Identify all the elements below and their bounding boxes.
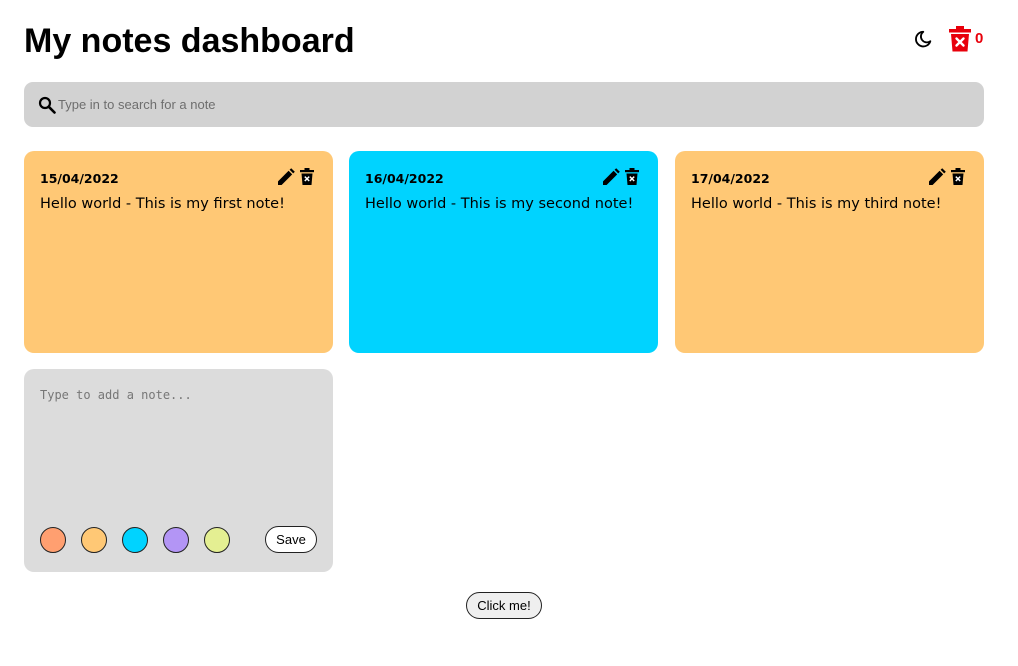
delete-icon[interactable] (300, 168, 314, 185)
edit-icon[interactable] (928, 168, 946, 186)
new-note-input[interactable] (40, 387, 317, 517)
click-me-button[interactable]: Click me! (466, 592, 542, 619)
header: My notes dashboard 0 (24, 20, 984, 64)
save-button[interactable]: Save (265, 526, 317, 553)
new-note-card: Save (24, 369, 333, 572)
color-swatch-lime[interactable] (204, 527, 230, 553)
page-title: My notes dashboard (24, 22, 355, 60)
note-card: 16/04/2022 Hello world - This is my seco… (349, 151, 658, 353)
search-bar (24, 82, 984, 127)
search-input[interactable] (58, 82, 958, 127)
note-card: 17/04/2022 Hello world - This is my thir… (675, 151, 984, 353)
trash-button[interactable] (948, 26, 972, 52)
note-text: Hello world - This is my first note! (40, 196, 285, 212)
note-date: 15/04/2022 (40, 171, 119, 186)
delete-icon[interactable] (951, 168, 965, 185)
trash-icon (949, 26, 971, 52)
note-card: 15/04/2022 Hello world - This is my firs… (24, 151, 333, 353)
note-text: Hello world - This is my third note! (691, 196, 942, 212)
trash-count-badge: 0 (975, 30, 984, 47)
color-swatch-cyan[interactable] (122, 527, 148, 553)
delete-icon[interactable] (625, 168, 639, 185)
color-swatch-orange[interactable] (81, 527, 107, 553)
search-icon (38, 96, 56, 114)
color-swatch-purple[interactable] (163, 527, 189, 553)
edit-icon[interactable] (602, 168, 620, 186)
theme-toggle-button[interactable] (912, 28, 934, 50)
note-date: 16/04/2022 (365, 171, 444, 186)
edit-icon[interactable] (277, 168, 295, 186)
note-text: Hello world - This is my second note! (365, 196, 634, 212)
note-date: 17/04/2022 (691, 171, 770, 186)
moon-icon (915, 30, 932, 48)
color-swatch-coral[interactable] (40, 527, 66, 553)
